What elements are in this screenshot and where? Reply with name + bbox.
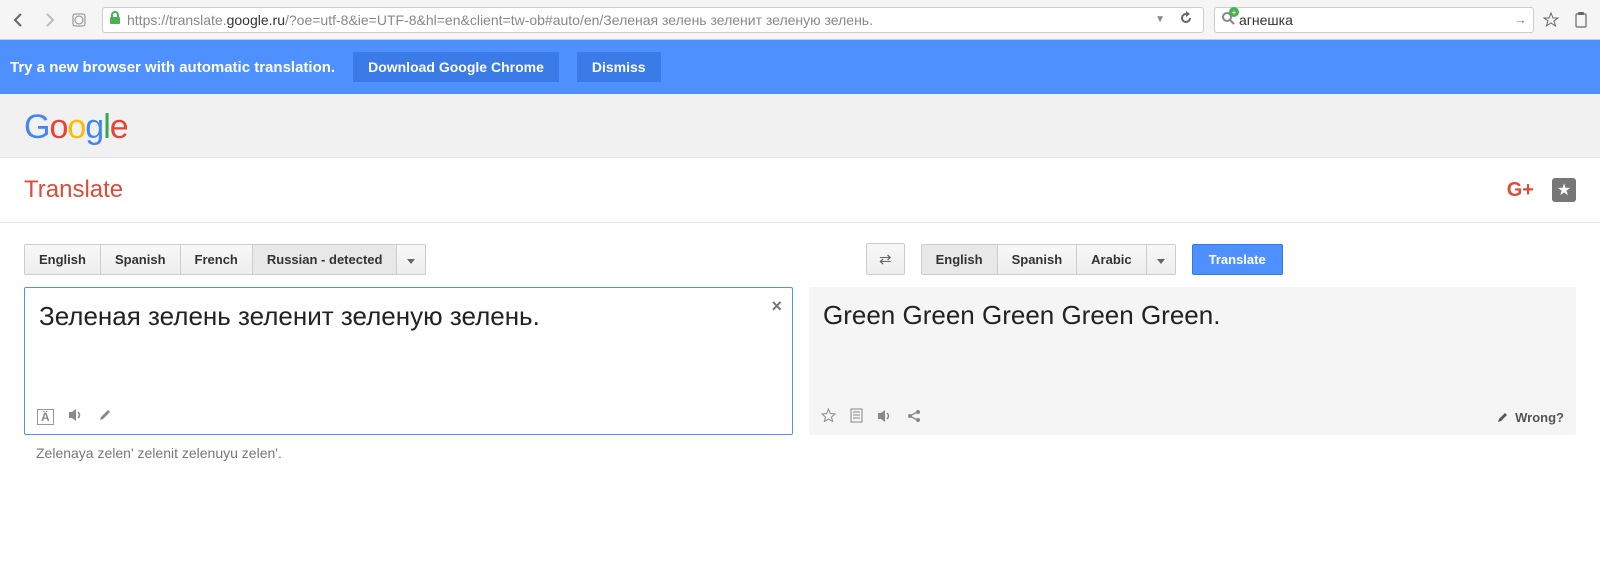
- star-filled-icon: ★: [1557, 180, 1571, 200]
- url-text: https://translate.google.ru/?oe=utf-8&ie…: [127, 12, 1145, 28]
- pencil-icon: [1496, 411, 1509, 424]
- subheader: Translate G+ ★: [0, 158, 1600, 223]
- target-lang-tab[interactable]: Spanish: [998, 245, 1078, 274]
- source-lang-tabs: English Spanish French Russian - detecte…: [24, 244, 426, 275]
- back-button[interactable]: [6, 7, 32, 33]
- translate-button[interactable]: Translate: [1192, 244, 1283, 275]
- download-chrome-button[interactable]: Download Google Chrome: [353, 52, 559, 82]
- source-lang-tab[interactable]: English: [25, 245, 101, 274]
- swap-icon: ⇄: [879, 251, 892, 268]
- search-go-button[interactable]: →: [1514, 12, 1527, 27]
- clipboard-icon: [1574, 12, 1588, 28]
- dismiss-button[interactable]: Dismiss: [577, 52, 661, 82]
- source-lang-tab[interactable]: Spanish: [101, 245, 181, 274]
- copy-translation-button[interactable]: [850, 408, 863, 427]
- browser-toolbar: https://translate.google.ru/?oe=utf-8&ie…: [0, 0, 1600, 40]
- browser-search-box[interactable]: + →: [1214, 7, 1534, 33]
- source-pane: × Зеленая зелень зеленит зеленую зелень.…: [24, 287, 793, 435]
- source-lang-tab[interactable]: French: [181, 245, 253, 274]
- target-toolbar: Wrong?: [809, 400, 1576, 435]
- page-globe-icon: [72, 13, 86, 27]
- target-lang-dropdown[interactable]: [1147, 245, 1175, 274]
- save-translation-button[interactable]: [821, 408, 836, 427]
- bookmark-star-button[interactable]: [1538, 7, 1564, 33]
- forward-button[interactable]: [36, 7, 62, 33]
- reload-button[interactable]: [1175, 11, 1197, 28]
- lock-icon: [109, 11, 121, 28]
- target-lang-tabs: English Spanish Arabic: [921, 244, 1176, 275]
- star-outline-icon: [821, 408, 836, 423]
- browser-search-input[interactable]: [1239, 12, 1510, 28]
- swap-languages-button[interactable]: ⇄: [866, 243, 905, 275]
- source-lang-dropdown[interactable]: [397, 245, 425, 274]
- target-lang-tab[interactable]: Arabic: [1077, 245, 1146, 274]
- listen-translation-button[interactable]: [877, 409, 893, 427]
- search-icon: +: [1221, 11, 1235, 28]
- chevron-down-icon: [1157, 259, 1165, 264]
- speaker-icon: [877, 409, 893, 423]
- reload-icon: [1179, 11, 1193, 25]
- source-text-input[interactable]: Зеленая зелень зеленит зеленую зелень.: [25, 288, 792, 400]
- target-pane: Green Green Green Green Green. Wrong?: [809, 287, 1576, 435]
- share-translation-button[interactable]: [907, 409, 921, 427]
- suggest-edit-button[interactable]: Wrong?: [1496, 410, 1564, 425]
- search-add-badge: +: [1229, 7, 1239, 17]
- translate-main: English Spanish French Russian - detecte…: [0, 223, 1600, 481]
- clear-source-button[interactable]: ×: [771, 296, 782, 317]
- chevron-down-icon: [407, 259, 415, 264]
- keyboard-icon: Ä: [41, 410, 50, 424]
- edit-source-button[interactable]: [98, 408, 112, 426]
- translate-panes: × Зеленая зелень зеленит зеленую зелень.…: [24, 287, 1576, 435]
- arrow-right-icon: [41, 12, 57, 28]
- app-launcher-button[interactable]: ★: [1552, 178, 1576, 202]
- page-icon[interactable]: [66, 7, 92, 33]
- google-header: Google: [0, 94, 1600, 158]
- source-transliteration: Zelenaya zelen' zelenit zelenuyu zelen'.: [24, 435, 1576, 461]
- address-bar[interactable]: https://translate.google.ru/?oe=utf-8&ie…: [102, 7, 1204, 33]
- share-icon: [907, 409, 921, 423]
- listen-source-button[interactable]: [68, 408, 84, 426]
- source-lang-tab-active[interactable]: Russian - detected: [253, 245, 398, 274]
- clipboard-button[interactable]: [1568, 7, 1594, 33]
- speaker-icon: [68, 408, 84, 422]
- promo-message: Try a new browser with automatic transla…: [10, 59, 335, 76]
- star-icon: [1543, 12, 1559, 28]
- document-icon: [850, 408, 863, 423]
- translation-output: Green Green Green Green Green.: [809, 287, 1576, 400]
- input-method-button[interactable]: Ä: [37, 409, 54, 425]
- source-toolbar: Ä: [25, 400, 792, 434]
- google-logo[interactable]: Google: [24, 108, 1576, 147]
- url-dropdown[interactable]: ▼: [1151, 14, 1169, 25]
- google-plus-button[interactable]: G+: [1507, 179, 1534, 202]
- language-row: English Spanish French Russian - detecte…: [24, 243, 1576, 275]
- pencil-icon: [98, 408, 112, 422]
- promo-banner: Try a new browser with automatic transla…: [0, 40, 1600, 94]
- target-lang-tab-active[interactable]: English: [922, 245, 998, 274]
- page-title: Translate: [24, 176, 123, 204]
- arrow-left-icon: [11, 12, 27, 28]
